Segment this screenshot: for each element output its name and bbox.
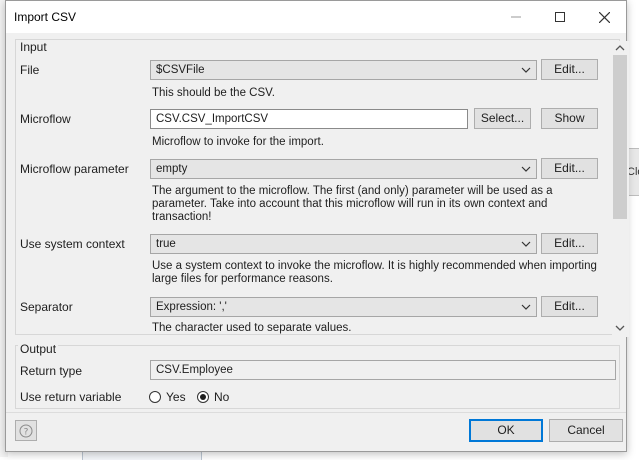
close-button[interactable]	[582, 1, 626, 33]
return-type-field: CSV.Employee	[150, 360, 616, 380]
microflow-parameter-edit-button[interactable]: Edit...	[541, 158, 598, 179]
microflow-parameter-description: The argument to the microflow. The first…	[152, 185, 553, 224]
title-bar: Import CSV	[6, 1, 626, 33]
scroll-up-icon[interactable]	[615, 43, 625, 53]
microflow-parameter-value: empty	[156, 163, 188, 175]
use-return-variable-label: Use return variable	[20, 390, 122, 404]
file-value: $CSVFile	[156, 64, 205, 76]
microflow-show-button[interactable]: Show	[541, 108, 598, 129]
help-button[interactable]: ?	[15, 420, 37, 441]
help-icon: ?	[19, 424, 33, 437]
import-csv-dialog: Import CSV Input File $CSVFile Edit... T…	[5, 0, 629, 452]
radio-no-label: No	[214, 390, 230, 404]
file-label: File	[20, 63, 40, 77]
ok-button[interactable]: OK	[469, 419, 543, 442]
svg-text:?: ?	[24, 427, 29, 437]
dialog-title: Import CSV	[14, 10, 77, 24]
description-line: The argument to the microflow. The first…	[152, 185, 553, 197]
use-system-context-value: true	[156, 238, 176, 250]
use-system-context-combo[interactable]: true	[150, 234, 537, 254]
chevron-down-icon	[521, 304, 531, 310]
description-line: transaction!	[152, 211, 212, 223]
microflow-field[interactable]: CSV.CSV_ImportCSV	[150, 109, 468, 129]
input-scrollbar[interactable]	[612, 41, 629, 337]
microflow-value: CSV.CSV_ImportCSV	[156, 113, 269, 125]
close-icon	[598, 11, 610, 23]
use-system-context-label: Use system context	[20, 237, 125, 251]
separator-description: The character used to separate values.	[152, 322, 352, 334]
radio-yes[interactable]: Yes	[149, 390, 186, 404]
description-line: parameter. Take into account that this m…	[152, 198, 548, 210]
microflow-description: Microflow to invoke for the import.	[152, 136, 324, 148]
microflow-label: Microflow	[20, 112, 71, 126]
chevron-down-icon	[521, 67, 531, 73]
radio-no[interactable]: No	[197, 390, 229, 404]
minimize-button[interactable]	[494, 1, 538, 33]
scroll-down-icon[interactable]	[615, 323, 625, 333]
radio-no-circle[interactable]	[197, 391, 209, 403]
microflow-select-button[interactable]: Select...	[474, 108, 531, 129]
scrollbar-thumb[interactable]	[613, 55, 627, 219]
separator-combo[interactable]: Expression: ','	[150, 297, 537, 317]
maximize-button[interactable]	[538, 1, 582, 33]
radio-yes-circle[interactable]	[149, 391, 161, 403]
file-combo[interactable]: $CSVFile	[150, 60, 537, 80]
return-type-label: Return type	[20, 364, 83, 378]
microflow-parameter-combo[interactable]: empty	[150, 159, 537, 179]
footer-divider	[6, 412, 626, 413]
separator-label: Separator	[20, 300, 73, 314]
cancel-button[interactable]: Cancel	[549, 419, 623, 442]
separator-value: Expression: ','	[156, 301, 227, 313]
file-description: This should be the CSV.	[152, 87, 275, 99]
microflow-parameter-label: Microflow parameter	[20, 162, 129, 176]
chevron-down-icon	[521, 241, 531, 247]
return-type-value: CSV.Employee	[156, 364, 233, 376]
description-line: large files for performance reasons.	[152, 273, 333, 285]
use-system-context-description: Use a system context to invoke the micro…	[152, 260, 597, 286]
use-system-context-edit-button[interactable]: Edit...	[541, 233, 598, 254]
description-line: Use a system context to invoke the micro…	[152, 260, 597, 272]
output-group-label: Output	[18, 342, 59, 356]
input-group-label: Input	[18, 40, 49, 54]
chevron-down-icon	[521, 166, 531, 172]
separator-edit-button[interactable]: Edit...	[541, 296, 598, 317]
radio-yes-label: Yes	[166, 390, 186, 404]
file-edit-button[interactable]: Edit...	[541, 59, 598, 80]
minimize-icon	[511, 16, 521, 18]
maximize-icon	[555, 12, 565, 22]
